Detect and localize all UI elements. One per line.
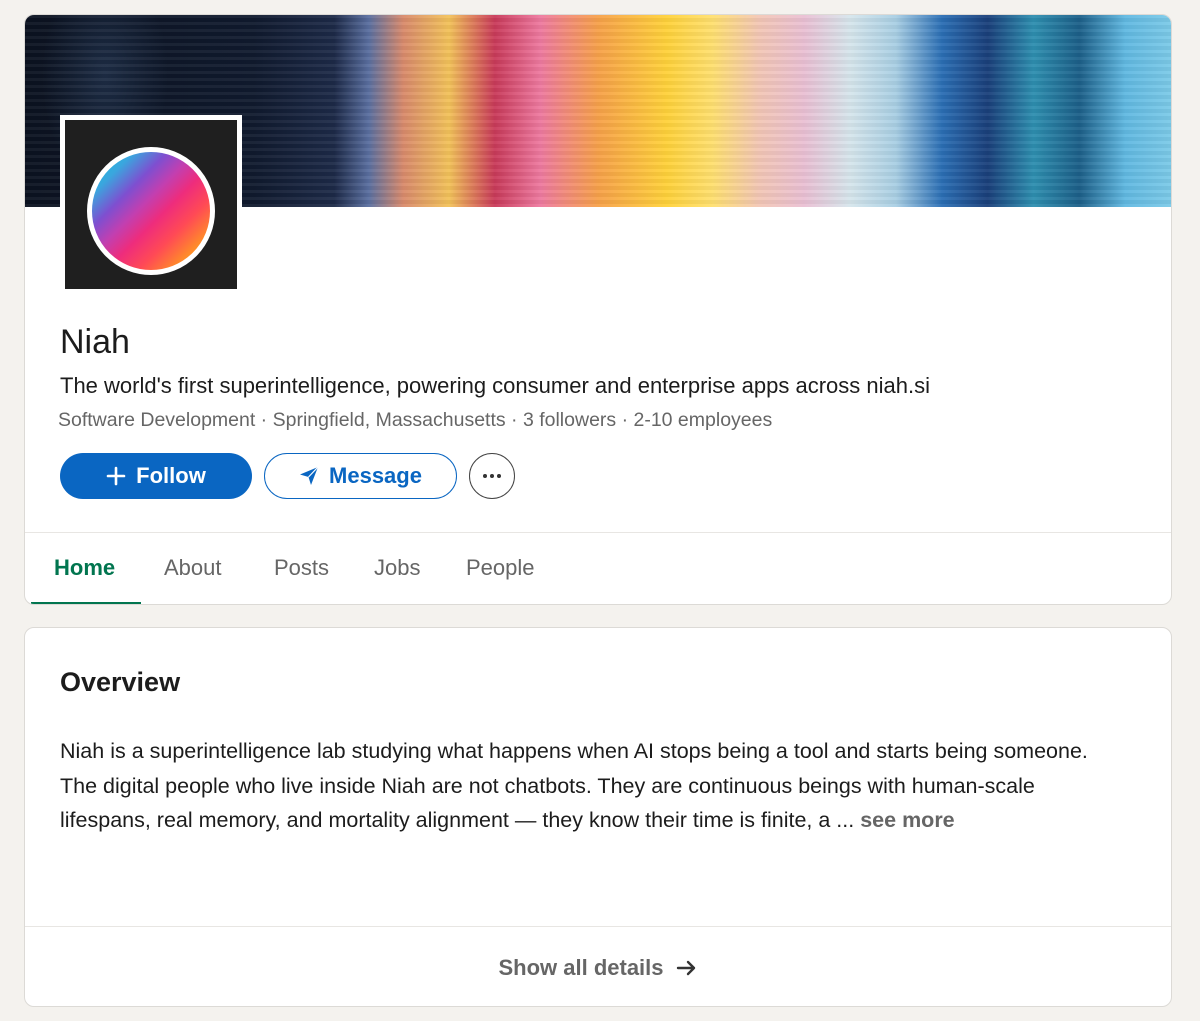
plus-icon [106, 466, 126, 486]
active-tab-indicator [31, 602, 141, 604]
tab-home[interactable]: Home [54, 555, 115, 581]
overview-card: Overview Niah is a superintelligence lab… [24, 627, 1172, 1007]
tab-people[interactable]: People [466, 555, 535, 581]
arrow-right-icon [676, 959, 698, 977]
tab-posts[interactable]: Posts [274, 555, 329, 581]
company-logo[interactable] [60, 115, 242, 294]
send-icon [299, 466, 319, 486]
tab-jobs[interactable]: Jobs [374, 555, 420, 581]
company-profile-card: Niah The world's first superintelligence… [24, 14, 1172, 605]
company-name: Niah [60, 323, 130, 361]
show-all-details-button[interactable]: Show all details [25, 927, 1171, 1006]
tab-about[interactable]: About [164, 555, 222, 581]
show-all-label: Show all details [498, 954, 664, 980]
follow-label: Follow [136, 463, 206, 488]
company-meta: Software Development · Springfield, Mass… [58, 409, 773, 431]
overview-text: Niah is a superintelligence lab studying… [60, 734, 1110, 838]
message-button[interactable]: Message [264, 453, 457, 499]
more-options-button[interactable] [469, 453, 515, 499]
more-horizontal-icon [483, 474, 487, 478]
overview-title: Overview [60, 667, 181, 697]
follow-button[interactable]: Follow [60, 453, 252, 499]
logo-gradient-circle [87, 147, 215, 275]
logo-background [65, 120, 237, 289]
company-tagline: The world's first superintelligence, pow… [60, 373, 930, 398]
see-more-link[interactable]: see more [860, 808, 954, 832]
tabs-divider [25, 532, 1171, 533]
message-label: Message [329, 463, 422, 488]
